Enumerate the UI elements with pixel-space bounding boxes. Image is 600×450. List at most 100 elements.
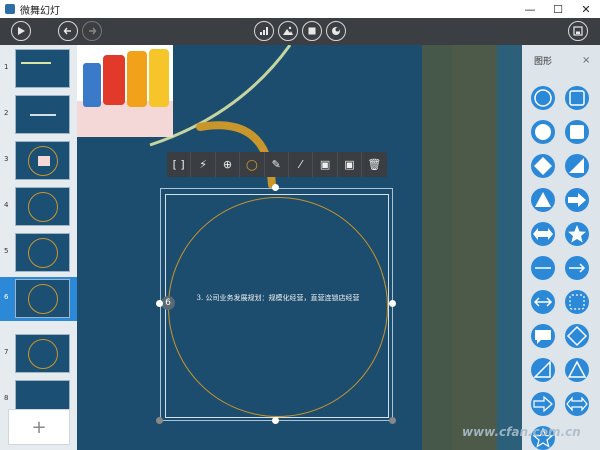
zoom-button[interactable]: ⊕ <box>216 152 241 177</box>
thumbnail-slide-5[interactable]: 5 <box>0 231 77 275</box>
callout-shape[interactable] <box>530 323 556 349</box>
thumbnail-preview <box>15 141 70 180</box>
line-icon <box>531 256 555 280</box>
callout-icon <box>531 324 555 348</box>
undo-button[interactable] <box>58 21 78 41</box>
right-triangle-outline-shape[interactable] <box>530 357 556 383</box>
resize-handle-bottom-left[interactable] <box>156 417 163 424</box>
thumbnail-slide-3[interactable]: 3 <box>0 139 77 183</box>
save-icon <box>573 26 583 36</box>
send-back-button[interactable]: ▣ <box>338 152 363 177</box>
thumbnail-preview <box>15 279 70 318</box>
arrow-outline-icon <box>531 392 555 416</box>
chart-button[interactable] <box>254 21 274 41</box>
circle-filled-icon <box>531 120 555 144</box>
redo-icon <box>89 27 97 35</box>
resize-handle-right[interactable] <box>389 300 396 307</box>
slide-thumbnails: 1 2 3 4 5 6 7 8 + <box>0 45 77 450</box>
undo-icon <box>63 27 71 35</box>
triangle-outline-icon <box>565 358 589 382</box>
stop-button[interactable] <box>302 21 322 41</box>
stop-icon <box>308 27 316 35</box>
arrow-outline-shape[interactable] <box>530 391 556 417</box>
watermark: www.cfan.com.cn <box>462 425 581 439</box>
dashed-rect-icon <box>565 290 589 314</box>
minimize-button[interactable]: — <box>516 0 544 18</box>
double-arrow-line-shape[interactable] <box>530 289 556 315</box>
delete-button[interactable]: 🗑 <box>362 152 386 177</box>
shapes-panel-close[interactable]: × <box>582 55 590 66</box>
square-shape[interactable] <box>564 119 590 145</box>
theme-icon <box>332 27 340 35</box>
thumbnail-slide-4[interactable]: 4 <box>0 185 77 229</box>
line-button[interactable]: ⁄ <box>289 152 314 177</box>
square-outline-icon <box>565 86 589 110</box>
shapes-panel-title: 图形 <box>534 56 553 67</box>
play-button[interactable] <box>11 21 31 41</box>
thumbnail-preview <box>15 95 70 134</box>
double-arrow-outline-shape[interactable] <box>564 391 590 417</box>
resize-handle-bottom-right[interactable] <box>389 417 396 424</box>
star-shape[interactable] <box>564 221 590 247</box>
star-icon <box>565 222 589 246</box>
square-filled-icon <box>565 120 589 144</box>
bring-front-button[interactable]: ▣ <box>313 152 338 177</box>
slide-canvas[interactable]: 3. 公司业务发展规划：规模化经营，直营连锁店经营 6 <box>0 45 600 450</box>
resize-handle-top[interactable] <box>272 184 279 191</box>
triangle-shape[interactable] <box>530 187 556 213</box>
redo-button[interactable] <box>82 21 102 41</box>
thumbnail-slide-1[interactable]: 1 <box>0 47 77 91</box>
thumbnail-slide-6[interactable]: 6 <box>0 277 77 321</box>
save-button[interactable] <box>568 21 588 41</box>
thumbnail-slide-2[interactable]: 2 <box>0 93 77 137</box>
diamond-icon <box>531 154 555 178</box>
slide-text[interactable]: 3. 公司业务发展规划：规模化经营，直营连锁店经营 <box>168 293 388 303</box>
circle-outline-icon <box>531 86 555 110</box>
right-triangle-outline-icon <box>531 358 555 382</box>
play-icon <box>18 27 25 35</box>
right-triangle-shape[interactable] <box>564 153 590 179</box>
diamond-outline-icon <box>565 324 589 348</box>
shapes-panel-header: 图形 × <box>522 45 600 75</box>
triangle-icon <box>531 188 555 212</box>
pen-button[interactable]: ✎ <box>265 152 289 177</box>
diamond-outline-shape[interactable] <box>564 323 590 349</box>
circle-shape[interactable] <box>530 119 556 145</box>
thumbnail-preview <box>15 49 70 88</box>
thumbnail-slide-7[interactable]: 7 <box>0 332 77 376</box>
theme-button[interactable] <box>326 21 346 41</box>
shape-edit-toolbar: [ ] ⚡ ⊕ ○ ✎ ⁄ ▣ ▣ 🗑 <box>167 152 387 177</box>
app-title: 微舞幻灯 <box>20 5 60 17</box>
shape-color-button[interactable]: ○ <box>240 152 265 177</box>
circle-outline-shape[interactable] <box>530 85 556 111</box>
animation-button[interactable]: ⚡ <box>191 152 216 177</box>
image-icon <box>283 26 293 35</box>
product-photo[interactable] <box>77 45 173 137</box>
triangle-outline-shape[interactable] <box>564 357 590 383</box>
arrow-right-shape[interactable] <box>564 187 590 213</box>
double-arrow-line-icon <box>531 290 555 314</box>
chart-icon <box>260 27 268 35</box>
app-icon <box>5 4 15 14</box>
image-button[interactable] <box>278 21 298 41</box>
close-button[interactable]: ✕ <box>572 0 600 18</box>
slide-number-badge: 6 <box>161 296 175 310</box>
double-arrow-icon <box>531 222 555 246</box>
double-arrow-shape[interactable] <box>530 221 556 247</box>
title-bar: 微舞幻灯 — ☐ ✕ <box>0 0 600 18</box>
diamond-shape[interactable] <box>530 153 556 179</box>
resize-handle-bottom[interactable] <box>272 417 279 424</box>
square-outline-shape[interactable] <box>564 85 590 111</box>
dashed-rect-shape[interactable] <box>564 289 590 315</box>
thumbnail-preview <box>15 334 70 373</box>
double-arrow-outline-icon <box>565 392 589 416</box>
crop-button[interactable]: [ ] <box>167 152 192 177</box>
right-triangle-icon <box>565 154 589 178</box>
line-shape[interactable] <box>530 255 556 281</box>
arrow-line-shape[interactable] <box>564 255 590 281</box>
maximize-button[interactable]: ☐ <box>544 0 572 18</box>
resize-handle-left[interactable] <box>156 300 163 307</box>
circle-shape[interactable] <box>168 197 388 417</box>
thumbnail-preview <box>15 233 70 272</box>
add-slide-button[interactable]: + <box>8 409 70 445</box>
